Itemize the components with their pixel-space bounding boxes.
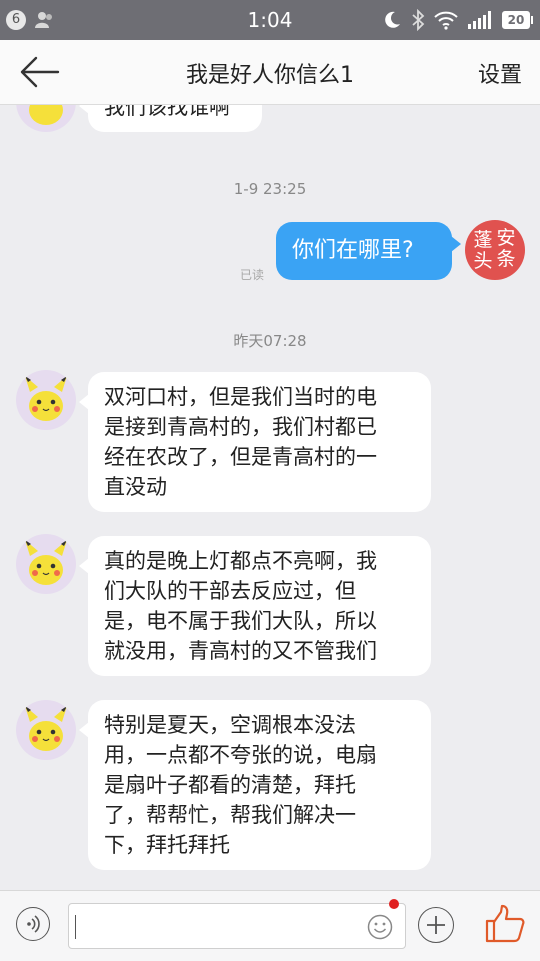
read-status: 已读: [240, 268, 265, 282]
message-timestamp: 昨天07:28: [233, 332, 307, 350]
input-bar: [0, 890, 540, 961]
contact-avatar[interactable]: [16, 370, 76, 430]
incoming-message[interactable]: 特别是夏天，空调根本没法 用，一点都不夸张的说，电扇 是扇叶子都看的清楚，拜托 …: [79, 700, 431, 870]
message-timestamp: 1-9 23:25: [233, 180, 307, 198]
message-line: 经在农改了，但是青高村的一: [104, 445, 377, 469]
message-line: 特别是夏天，空调根本没法: [104, 713, 356, 737]
message-line: 是，电不属于我们大队，所以: [104, 609, 377, 633]
signal-icon: [468, 11, 491, 29]
pikachu-icon: [25, 540, 67, 585]
page-title: 我是好人你信么1: [186, 63, 354, 88]
contact-avatar[interactable]: [16, 104, 76, 132]
message-input[interactable]: [68, 899, 406, 949]
message-line: 双河口村，但是我们当时的电: [104, 385, 377, 409]
message-text: 我们该找谁啊: [104, 104, 230, 119]
incoming-message[interactable]: 双河口村，但是我们当时的电 是接到青高村的，我们村都已 经在农改了，但是青高村的…: [79, 372, 431, 512]
contact-avatar[interactable]: [16, 534, 76, 594]
message-line: 是接到青高村的，我们村都已: [104, 415, 377, 439]
text-caret: [75, 915, 76, 939]
bluetooth-icon: [412, 9, 425, 31]
message-list[interactable]: 我们该找谁啊 1-9 23:25 你们在哪里? 已读 蓬 安 头 条 昨天07:…: [0, 104, 540, 890]
message-line: 就没用，青高村的又不管我们: [104, 639, 377, 663]
thumbs-up-icon[interactable]: [484, 903, 526, 945]
settings-button[interactable]: 设置: [478, 57, 522, 89]
message-line: 了，帮帮忙，帮我们解决一: [104, 803, 356, 827]
message-line: 是扇叶子都看的清楚，拜托: [104, 773, 356, 797]
moon-icon: [385, 11, 400, 28]
incoming-message[interactable]: 真的是晚上灯都点不亮啊，我 们大队的干部去反应过，但 是，电不属于我们大队，所以…: [79, 536, 431, 676]
contact-avatar[interactable]: [16, 700, 76, 760]
message-line: 直没动: [104, 475, 167, 499]
avatar-char: 条: [496, 248, 516, 270]
chat-header: 我是好人你信么1 设置: [0, 40, 540, 105]
my-avatar[interactable]: 蓬 安 头 条: [465, 220, 525, 280]
pikachu-icon: [25, 706, 67, 751]
status-bar: 6 1:04 20: [0, 0, 540, 40]
outgoing-message[interactable]: 你们在哪里?: [276, 222, 461, 280]
notification-dot: [389, 899, 399, 909]
message-line: 真的是晚上灯都点不亮啊，我: [104, 549, 377, 573]
message-line: 用，一点都不夸张的说，电扇: [104, 743, 377, 767]
message-line: 下，拜托拜托: [104, 833, 230, 857]
voice-icon[interactable]: [16, 907, 50, 941]
message-text: 你们在哪里?: [292, 238, 414, 263]
emoji-icon[interactable]: [367, 914, 393, 940]
battery-icon: 20: [502, 11, 533, 29]
avatar-char: 蓬: [473, 229, 493, 251]
avatar-char: 安: [496, 227, 516, 249]
plus-icon[interactable]: [418, 907, 454, 943]
wifi-icon: [434, 11, 458, 30]
message-line: 们大队的干部去反应过，但: [104, 579, 356, 603]
incoming-message[interactable]: 我们该找谁啊: [79, 104, 262, 132]
pikachu-icon: [29, 104, 63, 125]
pikachu-icon: [25, 376, 67, 421]
avatar-char: 头: [473, 250, 493, 272]
